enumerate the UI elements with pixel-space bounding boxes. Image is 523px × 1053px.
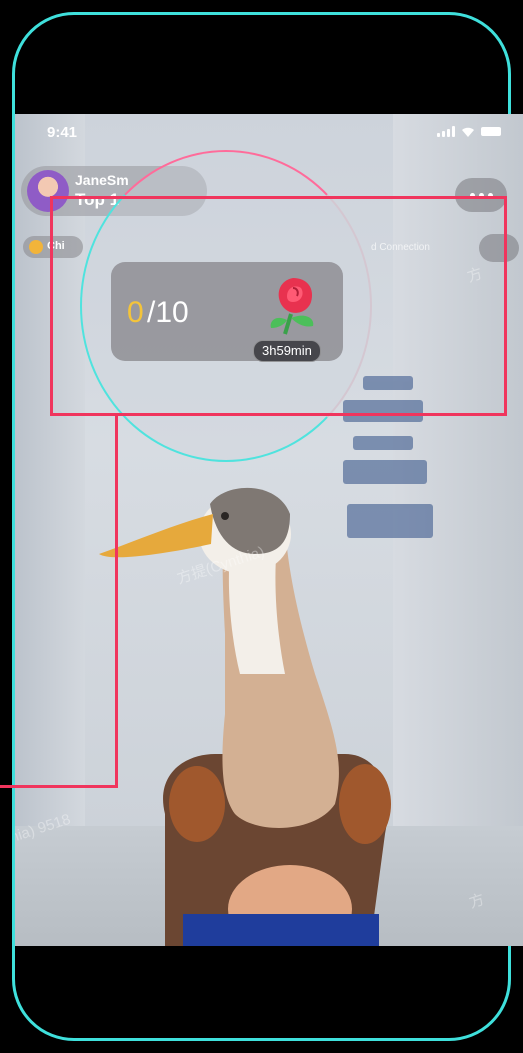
signal-icon	[437, 126, 455, 137]
leader-line-vertical	[115, 416, 118, 788]
wifi-icon	[462, 127, 474, 137]
status-time: 9:41	[47, 124, 78, 141]
battery-icon	[481, 127, 501, 136]
status-icons	[437, 126, 501, 137]
highlight-box	[50, 196, 507, 416]
stage: 9:41 JaneSm Top 1 Chi d Connection 方 方提(…	[0, 0, 523, 1053]
badge-coin-icon	[29, 240, 43, 254]
leader-line-horizontal	[0, 785, 118, 788]
host-name: JaneSm	[75, 172, 129, 188]
